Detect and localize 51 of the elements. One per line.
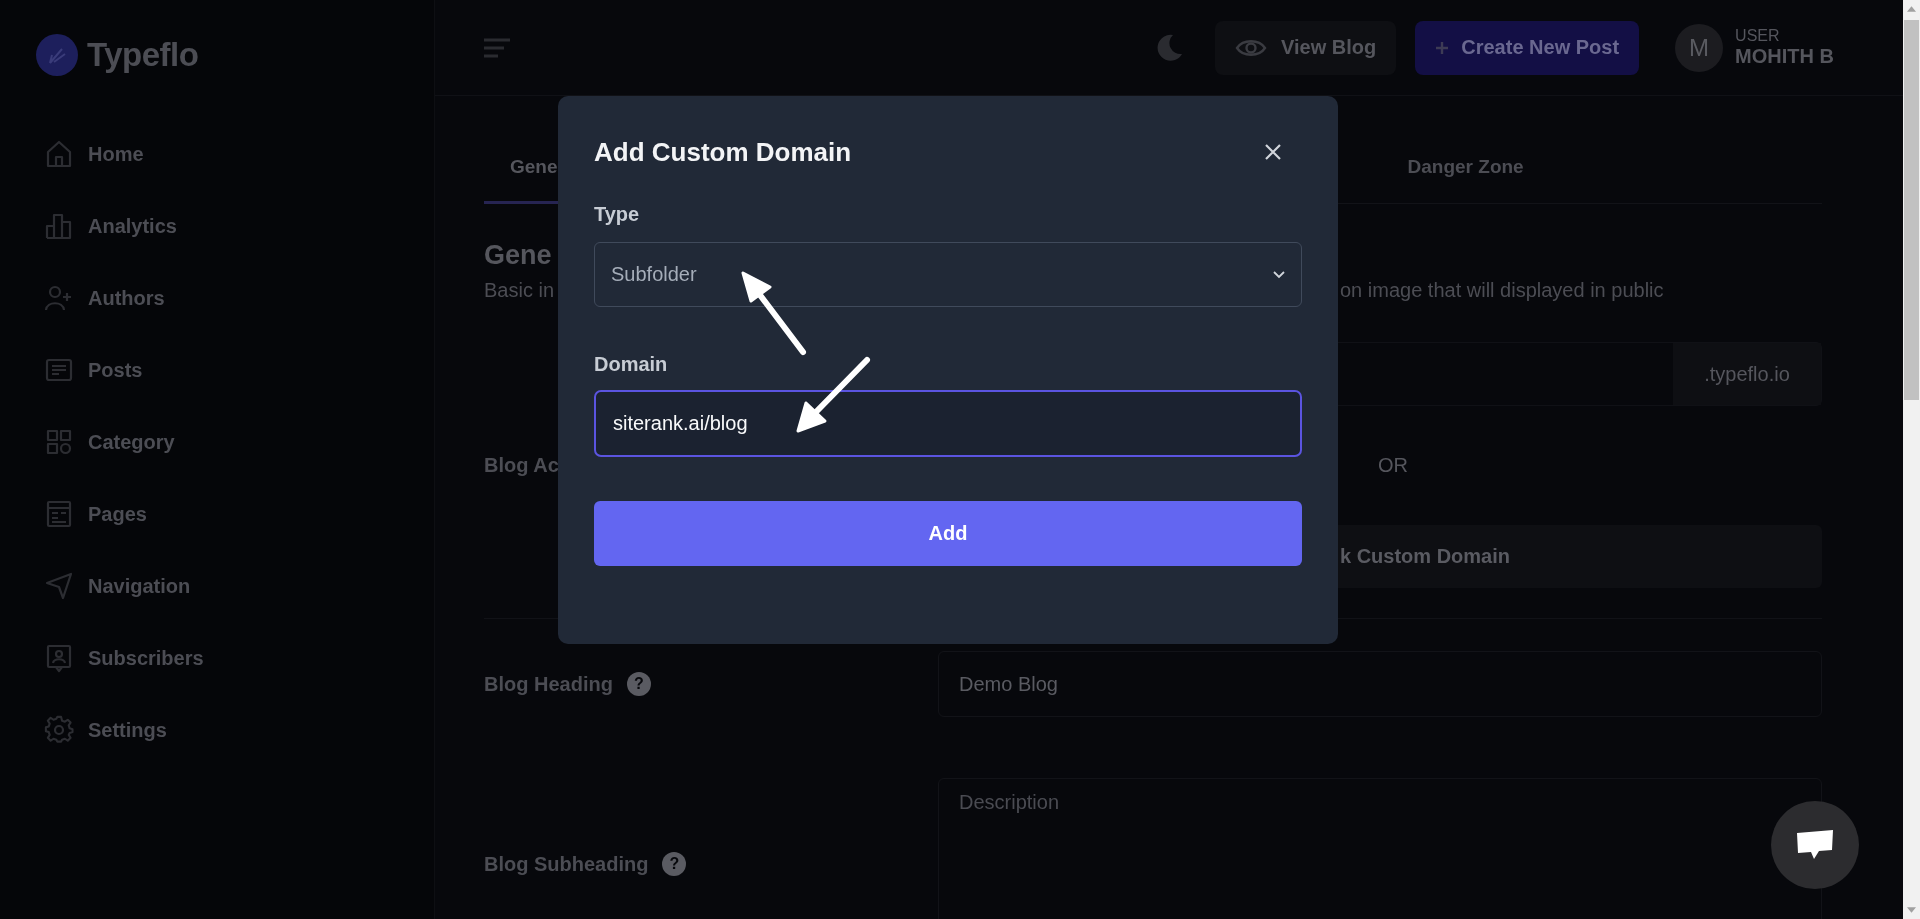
settings-icon xyxy=(44,715,74,745)
section-description: on image that will displayed in public xyxy=(1340,279,1665,302)
logo-icon xyxy=(36,34,78,76)
nav-item[interactable]: Analytics xyxy=(36,190,434,262)
user-caption: USER xyxy=(1735,27,1781,45)
close-icon[interactable] xyxy=(1264,143,1282,161)
avatar[interactable]: M xyxy=(1675,23,1724,72)
domain-suffix: .typeflo.io xyxy=(1673,343,1821,405)
heading-field[interactable]: Demo Blog xyxy=(938,651,1822,717)
nav-item[interactable]: Category xyxy=(36,406,434,478)
field-label: Blog Heading xyxy=(484,672,613,696)
section-title: Gene xyxy=(484,240,552,271)
create-post-button[interactable]: Create New Post xyxy=(1415,20,1640,75)
eye-icon xyxy=(1235,37,1268,58)
help-icon[interactable]: ? xyxy=(662,852,687,876)
nav-item[interactable]: Posts xyxy=(36,334,434,406)
brand-name: Typeflo xyxy=(87,36,199,74)
chevron-icon xyxy=(1273,270,1285,279)
nav-item[interactable]: Settings xyxy=(36,694,434,766)
nav-item[interactable]: Home xyxy=(36,118,434,190)
help-icon[interactable]: ? xyxy=(626,672,651,696)
type-select[interactable]: Subfolder xyxy=(594,242,1302,307)
home-icon xyxy=(44,139,74,169)
tab[interactable]: Danger Zone xyxy=(1381,132,1550,204)
grid-icon xyxy=(44,427,74,457)
field-label: Blog Ac xyxy=(484,453,559,477)
view-blog-button[interactable]: View Blog xyxy=(1215,20,1397,75)
or-separator: OR xyxy=(1377,453,1408,477)
section-description: Basic in xyxy=(484,279,556,302)
nav-item[interactable]: Pages xyxy=(36,478,434,550)
field-label: Domain xyxy=(594,353,668,376)
menu-icon[interactable] xyxy=(482,36,512,59)
user-name: MOHITH B xyxy=(1735,45,1834,68)
modal-title: Add Custom Domain xyxy=(594,136,852,168)
nav-item[interactable]: Navigation xyxy=(36,550,434,622)
field-label: Type xyxy=(594,203,640,226)
bar-chart-icon xyxy=(44,211,74,241)
nav-item[interactable]: Subscribers xyxy=(36,622,434,694)
nav-item[interactable]: Authors xyxy=(36,262,434,334)
plus-icon xyxy=(1435,40,1450,55)
add-button[interactable]: Add xyxy=(594,501,1302,566)
user-plus-icon xyxy=(44,283,74,313)
scroll-up-icon[interactable] xyxy=(1907,6,1916,12)
send-icon xyxy=(44,571,74,601)
field-label: Blog Subheading xyxy=(484,852,649,876)
domain-field[interactable]: siterank.ai/blog xyxy=(594,390,1302,457)
chat-icon xyxy=(1795,829,1835,861)
scroll-down-icon[interactable] xyxy=(1907,907,1916,913)
contact-icon xyxy=(44,643,74,673)
scrollbar[interactable] xyxy=(1903,0,1920,919)
page-icon xyxy=(44,499,74,529)
